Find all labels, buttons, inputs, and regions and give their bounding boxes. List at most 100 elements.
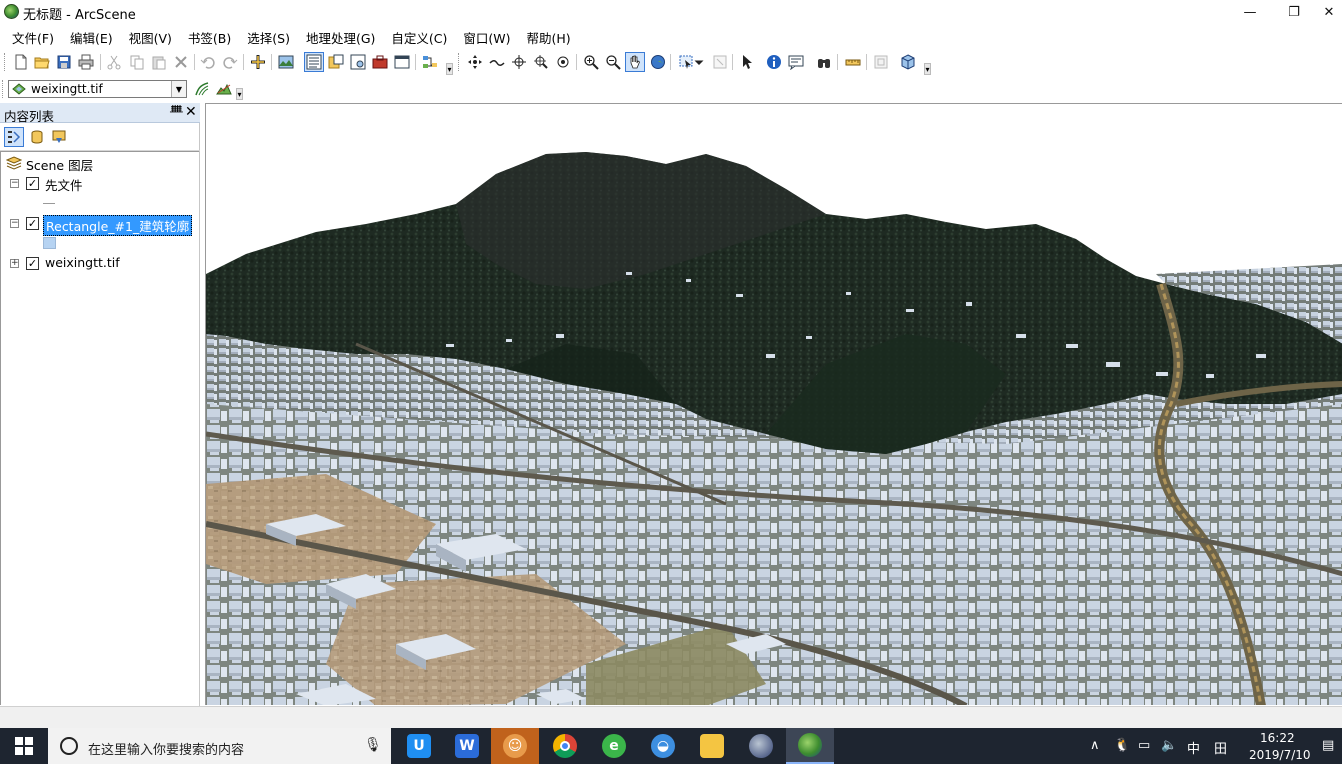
catalog-icon[interactable] (326, 52, 346, 72)
microphone-icon[interactable]: 🎙 (364, 737, 382, 753)
minimize-button[interactable]: — (1228, 0, 1272, 24)
identify-info-icon[interactable] (764, 52, 784, 72)
layer-row[interactable]: + ✓ weixingtt.tif (1, 254, 197, 272)
toolbar-grip[interactable] (2, 80, 5, 98)
taskbar-app-arcglobe[interactable] (737, 728, 785, 764)
menu-edit[interactable]: 编辑(E) (62, 26, 121, 46)
taskbar-app-game[interactable]: ☺ (491, 728, 539, 764)
arctoolbox-icon[interactable] (370, 52, 390, 72)
measure-icon[interactable] (843, 52, 863, 72)
new-document-icon[interactable] (11, 52, 31, 72)
clock-date[interactable]: 2019/7/10 (1249, 748, 1311, 762)
layer-name[interactable]: 先文件 (45, 175, 83, 194)
menu-selection[interactable]: 选择(S) (239, 26, 298, 46)
toolbar-grip[interactable] (4, 53, 7, 71)
undo-icon[interactable] (198, 52, 218, 72)
toolbar-overflow-button[interactable]: ▾ (446, 63, 453, 75)
layer-name-selected[interactable]: Rectangle_#1_建筑轮廓 (43, 215, 193, 236)
save-icon[interactable] (54, 52, 74, 72)
pan-hand-icon[interactable] (625, 52, 645, 72)
list-by-drawing-order-icon[interactable] (4, 127, 24, 147)
zoom-to-target-icon[interactable] (531, 52, 551, 72)
toc-window-icon[interactable] (304, 52, 324, 72)
open-folder-icon[interactable] (32, 52, 52, 72)
clear-selection-icon[interactable] (710, 52, 730, 72)
menu-help[interactable]: 帮助(H) (519, 26, 579, 46)
clock-time[interactable]: 16:22 (1260, 731, 1295, 745)
list-by-source-icon[interactable] (27, 127, 47, 147)
paste-icon[interactable] (149, 52, 169, 72)
set-observer-icon[interactable] (553, 52, 573, 72)
chevron-down-icon[interactable]: ▼ (171, 81, 186, 97)
redo-icon[interactable] (220, 52, 240, 72)
restore-button[interactable]: ❐ (1272, 0, 1316, 24)
close-button[interactable]: ✕ (1316, 0, 1342, 24)
print-icon[interactable] (76, 52, 96, 72)
menu-windows[interactable]: 窗口(W) (455, 26, 518, 46)
toolbar-overflow-button[interactable]: ▾ (924, 63, 931, 75)
taskbar-app-qq-browser[interactable]: U (395, 728, 443, 764)
battery-icon[interactable]: ▭ (1138, 738, 1150, 753)
navigate-icon[interactable] (465, 52, 485, 72)
interpolate-line-icon[interactable] (214, 79, 234, 99)
qq-tray-icon[interactable]: 🐧 (1114, 738, 1130, 753)
zoom-in-icon[interactable] (581, 52, 601, 72)
menu-view[interactable]: 视图(V) (121, 26, 180, 46)
cut-icon[interactable] (104, 52, 124, 72)
copy-icon[interactable] (127, 52, 147, 72)
toc-close-icon[interactable]: ✕ (185, 104, 197, 120)
ime-language-indicator[interactable]: 中 (1187, 738, 1200, 757)
ime-mode-icon[interactable]: 田 (1214, 738, 1227, 757)
scene-3d-view[interactable] (205, 103, 1342, 705)
taskbar-app-file-explorer[interactable] (688, 728, 736, 764)
taskbar-app-arcscene[interactable] (786, 728, 834, 764)
pin-icon[interactable]: ᚙ (170, 105, 183, 118)
layer-row[interactable]: − ✓ Rectangle_#1_建筑轮廓 (1, 214, 197, 236)
menu-customize[interactable]: 自定义(C) (383, 26, 455, 46)
delete-icon[interactable] (171, 52, 191, 72)
scene-layers-root[interactable]: Scene 图层 (1, 154, 197, 173)
chevron-down-icon[interactable] (693, 52, 705, 72)
taskbar-app-sogou[interactable]: ◒ (639, 728, 687, 764)
3d-analyst-icon[interactable] (898, 52, 918, 72)
layer-visibility-checkbox[interactable]: ✓ (26, 217, 39, 230)
select-elements-arrow-icon[interactable] (737, 52, 757, 72)
notification-center-icon[interactable]: ▤ (1322, 738, 1334, 753)
layer-visibility-checkbox[interactable]: ✓ (26, 257, 39, 270)
modelbuilder-icon[interactable] (420, 52, 440, 72)
line-symbol-swatch[interactable] (43, 203, 55, 204)
taskbar-app-wps[interactable]: W (443, 728, 491, 764)
fly-icon[interactable] (487, 52, 507, 72)
polygon-symbol-swatch[interactable] (43, 237, 56, 249)
find-binoculars-icon[interactable] (814, 52, 834, 72)
menu-bookmarks[interactable]: 书签(B) (180, 26, 239, 46)
scene-properties-icon[interactable] (276, 52, 296, 72)
layer-dropdown[interactable]: weixingtt.tif ▼ (8, 80, 187, 98)
expand-toggle[interactable]: + (10, 259, 19, 268)
volume-icon[interactable]: 🔈 (1161, 738, 1177, 753)
add-data-icon[interactable] (248, 52, 268, 72)
list-by-selection-icon[interactable] (49, 127, 69, 147)
swipe-layer-icon[interactable] (192, 79, 212, 99)
full-extent-globe-icon[interactable] (648, 52, 668, 72)
menu-geoprocessing[interactable]: 地理处理(G) (298, 26, 383, 46)
toolbar-grip[interactable] (458, 53, 461, 71)
taskbar-app-chrome[interactable] (541, 728, 589, 764)
layer-row[interactable]: − ✓ 先文件 (1, 174, 197, 194)
start-button[interactable] (0, 728, 48, 764)
collapse-toggle[interactable]: − (10, 179, 19, 188)
animation-disabled-icon[interactable] (871, 52, 891, 72)
html-popup-icon[interactable] (786, 52, 806, 72)
collapse-toggle[interactable]: − (10, 219, 19, 228)
layer-name[interactable]: weixingtt.tif (45, 255, 120, 270)
layer-visibility-checkbox[interactable]: ✓ (26, 177, 39, 190)
zoom-out-icon[interactable] (603, 52, 623, 72)
target-center-icon[interactable] (509, 52, 529, 72)
python-window-icon[interactable] (392, 52, 412, 72)
taskbar-search-box[interactable]: 在这里输入你要搜索的内容 🎙 (48, 728, 391, 764)
chevron-up-icon[interactable]: ∧ (1090, 738, 1100, 753)
menu-file[interactable]: 文件(F) (4, 26, 62, 46)
toolbar-overflow-button[interactable]: ▾ (236, 88, 243, 100)
search-window-icon[interactable] (348, 52, 368, 72)
taskbar-app-360-browser[interactable]: e (590, 728, 638, 764)
